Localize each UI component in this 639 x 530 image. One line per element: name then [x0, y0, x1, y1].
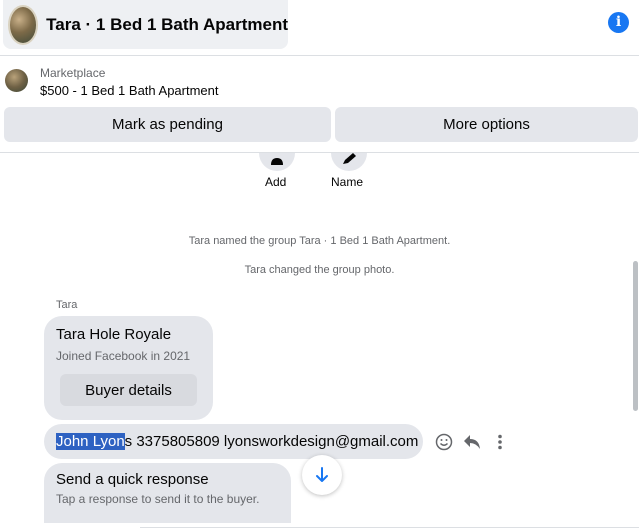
reply-icon[interactable]: [460, 430, 484, 454]
scroll-down-icon[interactable]: [302, 455, 342, 495]
chat-header: Tara · 1 Bed 1 Bath Apartment i: [0, 0, 639, 56]
buyer-joined: Joined Facebook in 2021: [56, 349, 191, 363]
marketplace-label: Marketplace: [40, 66, 106, 80]
listing-thumbnail[interactable]: [5, 69, 28, 92]
add-person-icon[interactable]: [259, 153, 295, 171]
message-bubble[interactable]: John Lyon s 3375805809 lyonsworkdesign@gm…: [44, 424, 423, 459]
mark-as-pending-button[interactable]: Mark as pending: [4, 107, 331, 142]
quick-response-panel[interactable]: Send a quick response Tap a response to …: [44, 463, 291, 523]
sender-name: Tara: [56, 299, 78, 311]
add-label: Add: [265, 175, 287, 189]
quick-response-title: Send a quick response: [56, 471, 209, 488]
system-message: Tara changed the group photo.: [244, 264, 395, 276]
chat-title: Tara · 1 Bed 1 Bath Apartment: [46, 14, 288, 34]
system-message: Tara named the group Tara · 1 Bed 1 Bath…: [188, 235, 451, 247]
message-tools: [432, 430, 516, 454]
chat-title-button[interactable]: Tara · 1 Bed 1 Bath Apartment: [3, 0, 288, 49]
more-vertical-icon[interactable]: [488, 430, 512, 454]
conversation-area: Add Name Tara named the group Tara · 1 B…: [0, 153, 639, 530]
group-avatar: [8, 4, 39, 45]
pencil-icon[interactable]: [331, 153, 367, 171]
scrollbar[interactable]: [633, 261, 638, 411]
buyer-details-button[interactable]: Buyer details: [60, 374, 197, 406]
marketplace-banner: Marketplace $500 - 1 Bed 1 Bath Apartmen…: [0, 57, 639, 151]
composer-divider: [140, 527, 639, 528]
selected-text: John Lyon: [56, 433, 125, 450]
name-label: Name: [331, 175, 364, 189]
message-text: s 3375805809 lyonsworkdesign@gmail.com: [124, 433, 419, 450]
quick-response-subtitle: Tap a response to send it to the buyer.: [56, 492, 260, 506]
buyer-card: Tara Hole Royale Joined Facebook in 2021…: [44, 316, 213, 420]
listing-title[interactable]: $500 - 1 Bed 1 Bath Apartment: [40, 83, 219, 98]
info-icon[interactable]: i: [608, 12, 629, 33]
smiley-icon[interactable]: [432, 430, 456, 454]
buyer-name: Tara Hole Royale: [56, 326, 172, 343]
more-options-button[interactable]: More options: [335, 107, 638, 142]
